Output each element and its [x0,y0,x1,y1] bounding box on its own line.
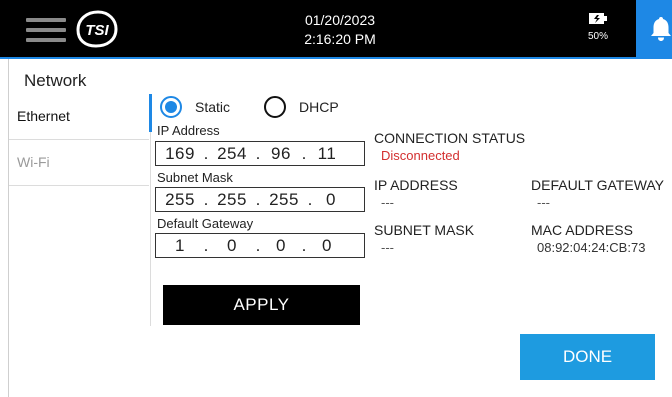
connection-status-value: Disconnected [381,148,460,163]
static-radio-label: Static [195,99,231,115]
dhcp-radio[interactable]: DHCP [264,94,339,120]
mac-address-status-value: 08:92:04:24:CB:73 [537,240,646,255]
date-text: 01/20/2023 [304,12,376,28]
page-title: Network [24,71,87,90]
subnet-mask-label: Subnet Mask [157,170,233,185]
battery-charging-icon [589,13,607,24]
battery-indicator: 50% [578,12,618,42]
default-gateway-status-value: --- [537,195,550,210]
apply-button[interactable]: APPLY [163,285,360,325]
octet-separator: . [301,235,307,255]
subnet-mask-status-value: --- [381,240,394,255]
subnet-octet-3[interactable]: 255 [264,190,304,210]
ip-address-status-value: --- [381,195,394,210]
octet-separator: . [255,235,261,255]
dhcp-radio-label: DHCP [299,99,339,115]
top-bar: TSI 01/20/2023 2:16:20 PM 50% [0,0,672,59]
octet-separator: . [255,143,261,163]
done-button[interactable]: DONE [520,334,655,380]
notifications-button[interactable] [636,0,672,58]
default-gateway-field[interactable]: 1 . 0 . 0 . 0 [155,233,365,258]
subnet-octet-1[interactable]: 255 [160,190,200,210]
top-bar-accent-line [0,57,672,59]
sidebar-item-ethernet[interactable]: Ethernet [9,94,149,140]
ip-address-field[interactable]: 169 . 254 . 96 . 11 [155,141,365,166]
logo-text: TSI [85,22,109,39]
octet-separator: . [203,143,209,163]
ip-octet-4[interactable]: 11 [310,144,344,164]
menu-icon[interactable] [26,18,66,42]
octet-separator: . [203,235,209,255]
radio-selected-icon [160,96,182,118]
subnet-mask-status-label: SUBNET MASK [374,222,475,238]
network-sidebar: Ethernet Wi-Fi [9,94,149,186]
subnet-octet-4[interactable]: 0 [316,190,346,210]
gateway-octet-2[interactable]: 0 [212,236,252,256]
gateway-octet-1[interactable]: 1 [160,236,200,256]
ip-octet-2[interactable]: 254 [212,144,252,164]
mac-address-status-label: MAC ADDRESS [531,222,633,238]
octet-separator: . [203,189,209,209]
octet-separator: . [307,189,313,209]
radio-unselected-icon [264,96,286,118]
octet-separator: . [255,189,261,209]
default-gateway-label: Default Gateway [157,216,254,231]
gateway-octet-4[interactable]: 0 [310,236,344,256]
bell-icon [651,17,671,41]
connection-status-label: CONNECTION STATUS [374,130,526,146]
time-text: 2:16:20 PM [304,31,376,47]
datetime: 01/20/2023 2:16:20 PM [270,11,410,49]
tsi-logo: TSI [72,10,118,48]
sidebar-item-wifi[interactable]: Wi-Fi [9,140,149,186]
active-tab-indicator [149,94,152,132]
subnet-octet-2[interactable]: 255 [212,190,252,210]
default-gateway-status-label: DEFAULT GATEWAY [531,177,665,193]
ip-octet-1[interactable]: 169 [160,144,200,164]
battery-percent: 50% [587,31,608,42]
ip-address-label: IP Address [157,123,220,138]
ip-address-status-label: IP ADDRESS [374,177,458,193]
static-radio[interactable]: Static [160,94,230,120]
octet-separator: . [301,143,307,163]
gateway-octet-3[interactable]: 0 [264,236,298,256]
ip-octet-3[interactable]: 96 [264,144,298,164]
subnet-mask-field[interactable]: 255 . 255 . 255 . 0 [155,187,365,212]
